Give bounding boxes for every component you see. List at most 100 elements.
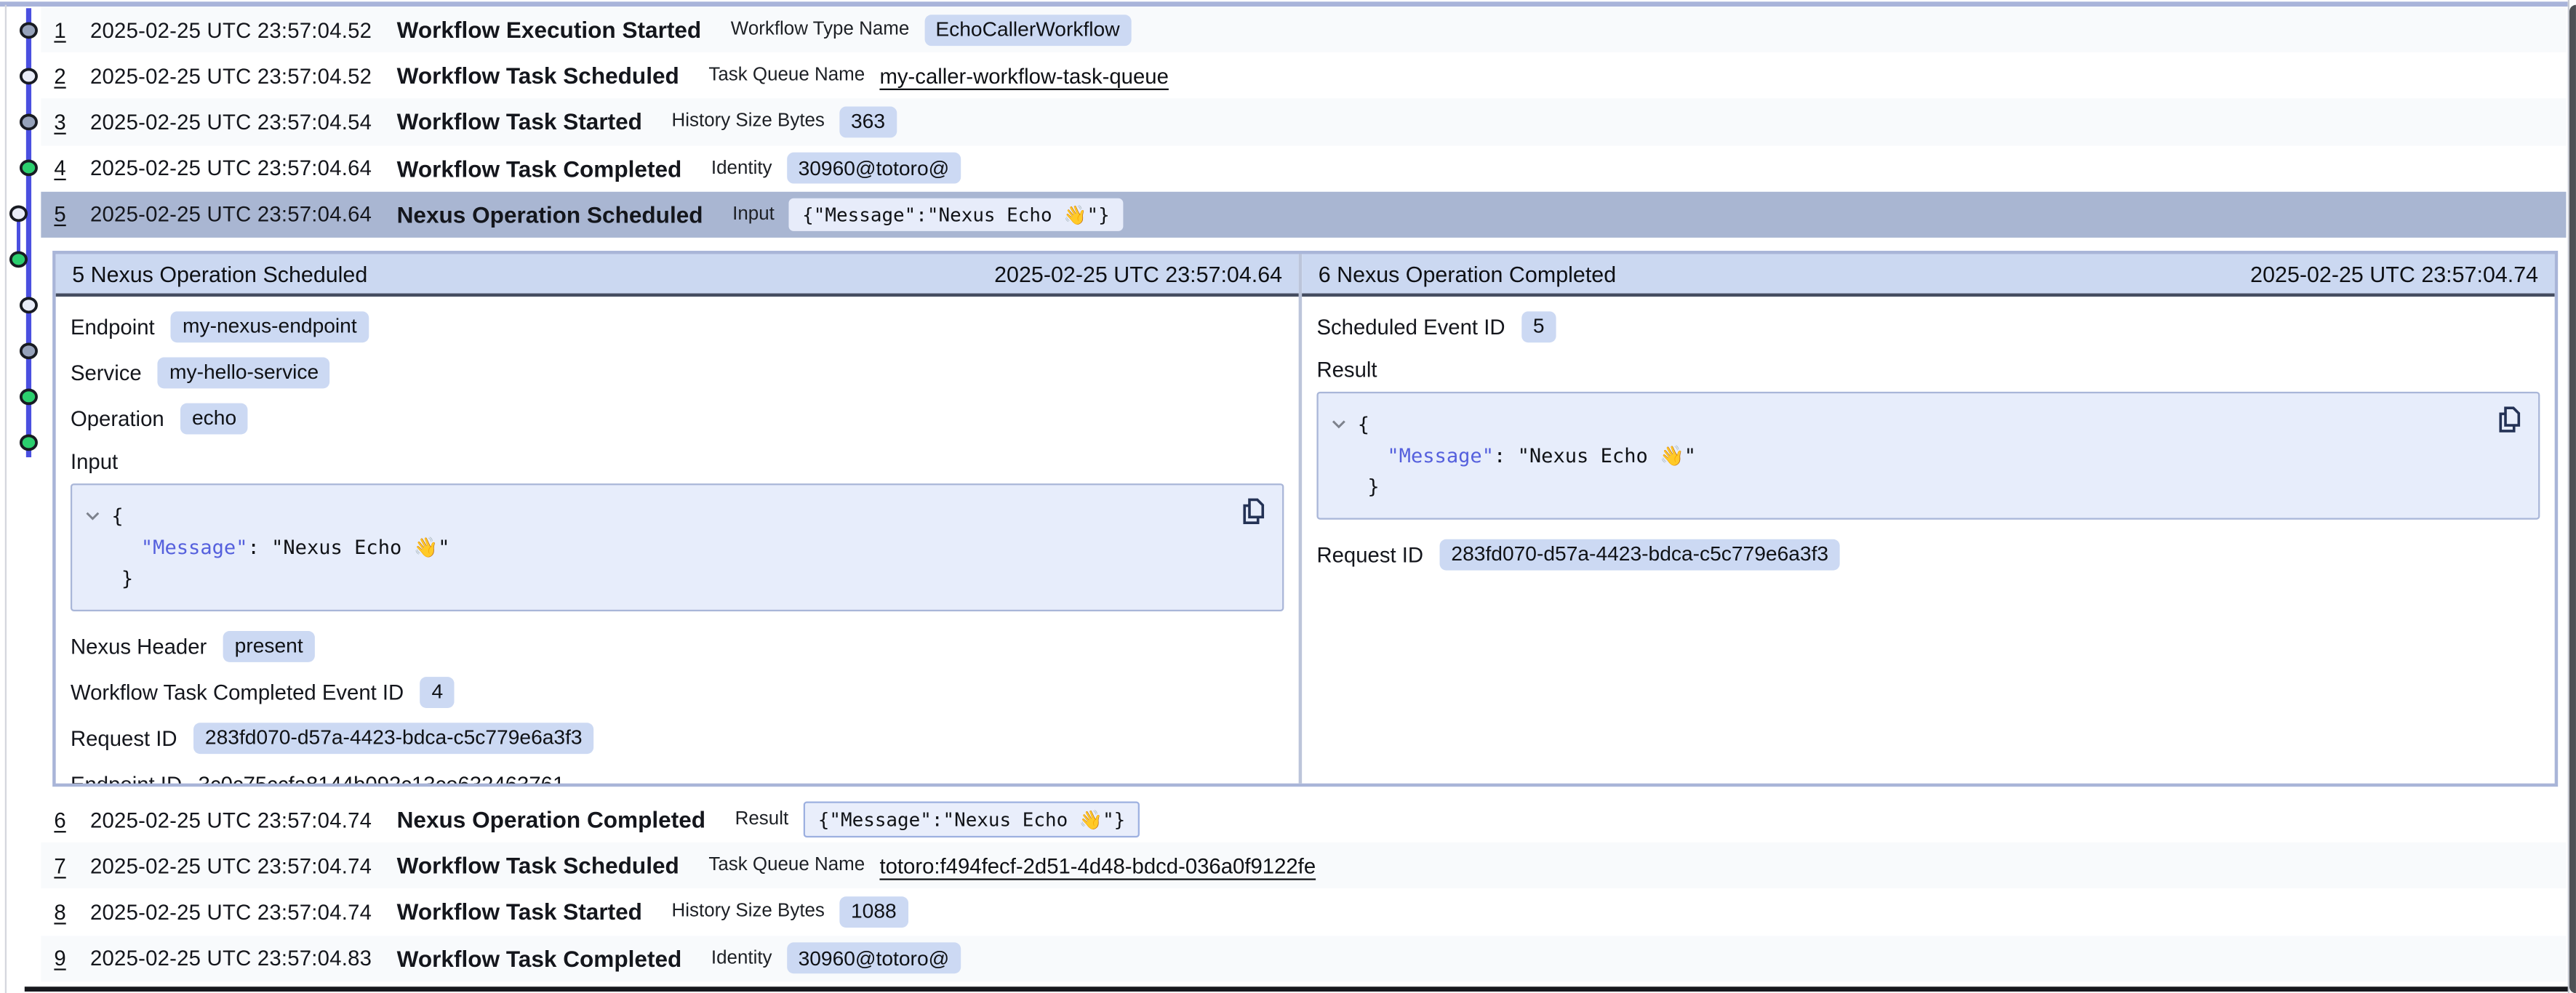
detail-panel-timestamp: 2025-02-25 UTC 23:57:04.64 [994, 262, 1282, 286]
event-row-4[interactable]: 4 2025-02-25 UTC 23:57:04.64Workflow Task… [41, 145, 2566, 192]
detail-field: Operationecho [71, 395, 1284, 441]
detail-field: Endpointmy-nexus-endpoint [71, 304, 1284, 350]
event-attr-label: Result [735, 810, 789, 829]
event-id-link[interactable]: 6 [54, 807, 75, 832]
detail-field-label: Nexus Header [71, 634, 207, 659]
event-row-3[interactable]: 32025-02-25 UTC 23:57:04.54Workflow Task… [41, 99, 2566, 145]
event-name: Workflow Task Started [397, 898, 642, 925]
collapse-toggle[interactable] [85, 501, 100, 531]
scrollbar-track[interactable] [2567, 0, 2576, 993]
event-name: Workflow Task Scheduled [397, 853, 679, 879]
event-history-content: 12025-02-25 UTC 23:57:04.52Workflow Exec… [41, 0, 2566, 981]
event-id-link[interactable]: 3 [54, 110, 75, 134]
json-close-brace: } [85, 563, 1265, 594]
timeline-node-5-scheduled[interactable] [11, 206, 26, 220]
workflow-event-history-view: 12025-02-25 UTC 23:57:04.52Workflow Exec… [0, 0, 2576, 993]
detail-field: Request ID 283fd070-d57a-4423-bdca-c5c779… [1316, 531, 2540, 577]
event-row-9[interactable]: 92025-02-25 UTC 23:57:04.83Workflow Task… [41, 935, 2566, 981]
detail-panel-timestamp: 2025-02-25 UTC 23:57:04.74 [2250, 262, 2538, 286]
event-attr-label: History Size Bytes [672, 112, 825, 132]
detail-field-label: Operation [71, 406, 164, 431]
detail-field-badge: 283fd070-d57a-4423-bdca-c5c779e6a3f3 [193, 723, 593, 754]
event-row-2[interactable]: 2 2025-02-25 UTC 23:57:04.52Workflow Task… [41, 53, 2566, 100]
event-id-link[interactable]: 7 [54, 853, 75, 878]
event-attr-label: Workflow Type Name [731, 20, 909, 39]
detail-field-label: Endpoint [71, 315, 155, 339]
detail-field-label: Request ID [71, 725, 177, 750]
payload-field-label: Result [1316, 350, 2540, 389]
copy-button[interactable] [2496, 407, 2522, 435]
payload-field-label: Input [71, 441, 1284, 481]
json-value: "Nexus Echo 👋" [1518, 444, 1696, 467]
timeline-node-3-started[interactable] [21, 115, 36, 129]
event-row-7[interactable]: 7 2025-02-25 UTC 23:57:04.74Workflow Task… [41, 843, 2566, 889]
payload-json-viewer: {"Message": "Nexus Echo 👋"} [1316, 393, 2540, 520]
detail-field-label: Request ID [1316, 542, 1423, 567]
detail-field: Scheduled Event ID 5 [1316, 304, 2540, 350]
copy-button[interactable] [1239, 499, 1265, 526]
endpoint-id-link[interactable]: 3c0c75ccfa8144b092c13ce632463761 [199, 771, 565, 787]
detail-field: Endpoint ID3c0c75ccfa8144b092c13ce632463… [71, 761, 1284, 787]
chevron-down-icon [85, 512, 100, 522]
timeline-node-1-started[interactable] [21, 23, 36, 37]
detail-panel-body: Endpointmy-nexus-endpoint Service my-hello… [56, 297, 1299, 787]
timeline-node-6-completed[interactable] [11, 252, 26, 266]
event-timestamp: 2025-02-25 UTC 23:57:04.83 [90, 946, 397, 970]
task-queue-link[interactable]: totoro:f494fecf-2d51-4d48-bdcd-036a0f912… [879, 853, 1316, 878]
scrollbar-thumb[interactable] [2570, 5, 2576, 993]
copy-icon [2497, 407, 2521, 433]
event-name: Workflow Task Scheduled [397, 63, 679, 89]
event-id-link[interactable]: 5 [54, 202, 75, 227]
event-detail-panel-scheduled: 5 Nexus Operation Scheduled 2025-02-25 U… [56, 254, 1302, 783]
detail-field-badge: 5 [1521, 311, 1556, 342]
detail-field-badge: my-hello-service [158, 357, 330, 388]
detail-field-label: Service [71, 361, 142, 385]
detail-field-label: Workflow Task Completed Event ID [71, 680, 404, 704]
event-row-8[interactable]: 82025-02-25 UTC 23:57:04.74Workflow Task… [41, 889, 2566, 936]
detail-field-label: Scheduled Event ID [1316, 315, 1505, 339]
event-timestamp: 2025-02-25 UTC 23:57:04.64 [90, 156, 397, 181]
json-open-brace: { [1358, 414, 1369, 437]
json-value: "Nexus Echo 👋" [271, 536, 449, 559]
event-id-link[interactable]: 9 [54, 946, 75, 970]
event-attr-label: Identity [711, 158, 772, 178]
event-name: Workflow Task Completed [397, 155, 682, 181]
event-row-5[interactable]: 52025-02-25 UTC 23:57:04.64Nexus Operati… [41, 191, 2566, 238]
event-attr-label: Input [732, 204, 775, 224]
event-id-link[interactable]: 2 [54, 63, 75, 88]
detail-field-badge: present [223, 630, 315, 662]
task-queue-link[interactable]: my-caller-workflow-task-queue [879, 63, 1168, 88]
json-key: "Message" [141, 536, 248, 559]
timeline-node-10-completed[interactable] [21, 435, 36, 449]
detail-panel-title: 6 Nexus Operation Completed [1319, 262, 1616, 286]
timeline-node-8-started[interactable] [21, 344, 36, 358]
event-id-link[interactable]: 8 [54, 900, 75, 925]
detail-panel-header: 5 Nexus Operation Scheduled 2025-02-25 U… [56, 254, 1299, 297]
collapse-toggle[interactable] [1332, 409, 1346, 439]
chevron-down-icon [1332, 420, 1346, 430]
detail-panel-title: 5 Nexus Operation Scheduled [72, 262, 367, 286]
timeline-node-4-completed[interactable] [21, 161, 36, 174]
event-name: Nexus Operation Completed [397, 806, 705, 832]
event-timestamp: 2025-02-25 UTC 23:57:04.52 [90, 17, 397, 42]
payload-json-viewer: {"Message": "Nexus Echo 👋"} [71, 484, 1284, 611]
event-row-1[interactable]: 12025-02-25 UTC 23:57:04.52Workflow Exec… [41, 7, 2566, 53]
event-attr-badge: 363 [839, 106, 897, 137]
json-colon: : [248, 536, 272, 559]
detail-panel-header: 6 Nexus Operation Completed 2025-02-25 U… [1302, 254, 2555, 297]
event-id-link[interactable]: 4 [54, 156, 75, 181]
event-timestamp: 2025-02-25 UTC 23:57:04.74 [90, 853, 397, 878]
event-name: Workflow Task Started [397, 109, 642, 135]
timeline-node-9-completed[interactable] [21, 390, 36, 403]
detail-field-badge: 283fd070-d57a-4423-bdca-c5c779e6a3f3 [1440, 539, 1840, 570]
event-attr-label: Task Queue Name [708, 66, 865, 86]
timeline-node-2-scheduled[interactable] [21, 69, 36, 83]
event-attr-payload: {"Message":"Nexus Echo 👋"} [789, 198, 1123, 230]
detail-panel-body: Scheduled Event ID 5 Result {"Message": "Ne… [1302, 297, 2555, 592]
event-timestamp: 2025-02-25 UTC 23:57:04.52 [90, 63, 397, 88]
timeline-node-7-scheduled[interactable] [21, 298, 36, 312]
event-row-6[interactable]: 62025-02-25 UTC 23:57:04.74Nexus Operati… [41, 797, 2566, 843]
event-timeline-graph [0, 0, 43, 478]
event-rows-group-top: 12025-02-25 UTC 23:57:04.52Workflow Exec… [41, 7, 2566, 238]
event-id-link[interactable]: 1 [54, 17, 75, 42]
